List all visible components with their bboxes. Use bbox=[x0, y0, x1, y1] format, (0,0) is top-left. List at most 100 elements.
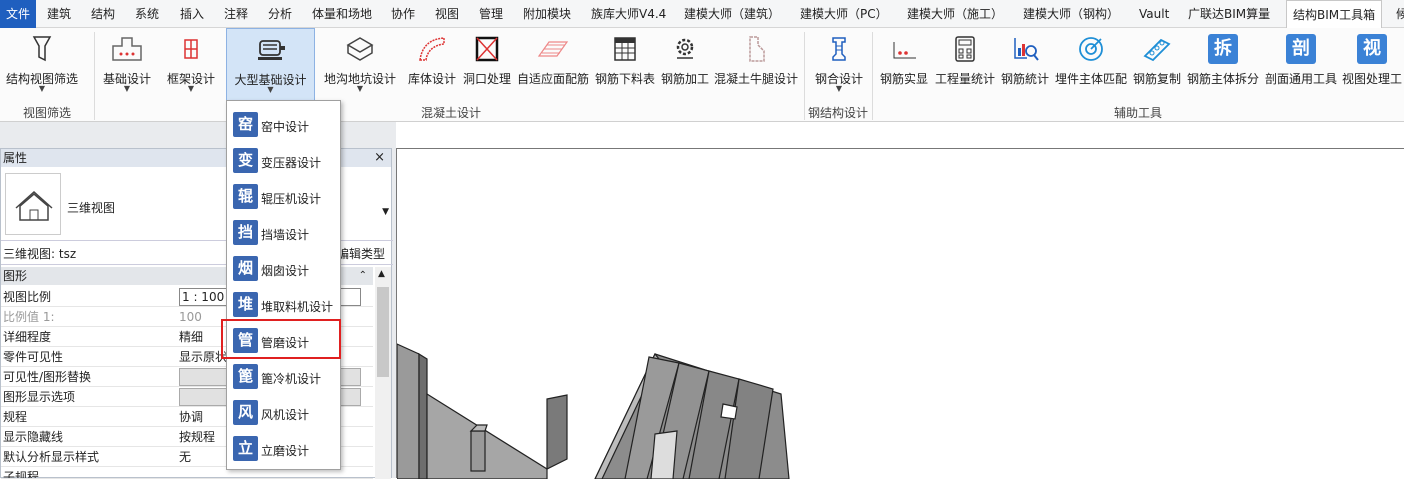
quantity-statistics-button[interactable]: 工程量统计 bbox=[932, 28, 998, 102]
foundation-design-button[interactable]: 基础设计 ▼ bbox=[98, 28, 156, 102]
properties-scrollbar[interactable]: ▲ bbox=[375, 267, 391, 479]
3d-model-view bbox=[396, 343, 790, 480]
bin-design-button[interactable]: 库体设计 bbox=[405, 28, 459, 102]
rebar-copy-button[interactable]: 钢筋复制 bbox=[1130, 28, 1184, 102]
box-icon bbox=[346, 37, 374, 61]
chevron-down-icon: ▼ bbox=[356, 84, 364, 93]
rebar-cutting-list-button[interactable]: 钢筋下料表 bbox=[593, 28, 657, 102]
tab-structure-bim-toolbox[interactable]: 结构BIM工具箱 bbox=[1286, 0, 1383, 29]
tab-analyze[interactable]: 分析 bbox=[268, 0, 292, 28]
large-foundation-design-button[interactable]: 大型基础设计 ▼ bbox=[226, 28, 315, 102]
tab-view[interactable]: 视图 bbox=[435, 0, 459, 28]
embed-host-match-button[interactable]: 埋件主体匹配 bbox=[1053, 28, 1129, 102]
tab-massing[interactable]: 体量和场地 bbox=[312, 0, 372, 28]
menu-item-fan-design[interactable]: 风风机设计 bbox=[227, 395, 340, 431]
group-label-concrete: 混凝土设计 bbox=[420, 106, 481, 120]
view-process-tools-label: 视图处理工 bbox=[1342, 72, 1403, 86]
frame-icon bbox=[184, 39, 198, 59]
property-name: 零件可见性 bbox=[3, 350, 64, 364]
tab-annotate[interactable]: 注释 bbox=[224, 0, 248, 28]
tab-collaborate[interactable]: 协作 bbox=[391, 0, 415, 28]
concrete-corbel-design-button[interactable]: 混凝土牛腿设计 bbox=[713, 28, 799, 102]
structure-view-filter-button[interactable]: 结构视图筛选 ▼ bbox=[0, 28, 84, 102]
grate-cooler-icon: 篦 bbox=[233, 364, 258, 389]
menu-item-stacker-reclaimer-design[interactable]: 堆堆取料机设计 bbox=[227, 287, 340, 323]
filter-icon bbox=[32, 36, 52, 62]
curved-wall-icon bbox=[419, 37, 445, 61]
menu-item-transformer-design[interactable]: 变变压器设计 bbox=[227, 143, 340, 179]
tab-modeling-construction[interactable]: 建模大师（施工） bbox=[907, 0, 1003, 28]
rebar-host-split-button[interactable]: 拆 钢筋主体拆分 bbox=[1185, 28, 1261, 102]
retaining-wall-icon: 挡 bbox=[233, 220, 258, 245]
highlight-box bbox=[221, 319, 341, 359]
property-name: 子规程 bbox=[3, 470, 40, 479]
concrete-corbel-design-label: 混凝土牛腿设计 bbox=[713, 72, 798, 86]
tab-glodon[interactable]: 广联达BIM算量 bbox=[1188, 0, 1270, 28]
property-name: 可见性/图形替换 bbox=[3, 370, 92, 384]
rebar-display-button[interactable]: 钢筋实显 bbox=[878, 28, 930, 102]
quantity-statistics-label: 工程量统计 bbox=[934, 72, 995, 86]
property-name: 显示隐藏线 bbox=[3, 430, 64, 444]
opening-process-button[interactable]: 洞口处理 bbox=[461, 28, 513, 102]
menu-item-label: 立磨设计 bbox=[261, 444, 310, 458]
tab-structure[interactable]: 结构 bbox=[91, 0, 115, 28]
close-icon[interactable]: × bbox=[374, 149, 385, 167]
steel-column-icon bbox=[832, 37, 846, 61]
tab-modeling-steel[interactable]: 建模大师（钢构） bbox=[1023, 0, 1119, 28]
scrollbar-thumb[interactable] bbox=[377, 287, 389, 377]
frame-design-button[interactable]: 框架设计 ▼ bbox=[162, 28, 220, 102]
menu-item-kiln-design[interactable]: 窑窑中设计 bbox=[227, 107, 340, 143]
menu-item-roller-press-design[interactable]: 辊辊压机设计 bbox=[227, 179, 340, 215]
3d-viewport[interactable] bbox=[396, 148, 1404, 480]
menu-item-label: 辊压机设计 bbox=[261, 192, 322, 206]
collapse-icon[interactable]: ⌃ bbox=[359, 267, 367, 285]
target-icon bbox=[1079, 37, 1103, 61]
menu-item-retaining-wall-design[interactable]: 挡挡墙设计 bbox=[227, 215, 340, 251]
menu-item-grate-cooler-design[interactable]: 篦篦冷机设计 bbox=[227, 359, 340, 395]
rebar-dots-icon bbox=[893, 42, 916, 59]
tab-architecture[interactable]: 建筑 bbox=[47, 0, 71, 28]
chevron-down-icon: ▼ bbox=[123, 84, 131, 93]
property-name: 视图比例 bbox=[3, 290, 52, 304]
property-name: 比例值 1: bbox=[3, 310, 55, 324]
rebar-statistics-button[interactable]: 钢筋統计 bbox=[998, 28, 1052, 102]
tab-family-library[interactable]: 族库大师V4.4 bbox=[591, 0, 666, 28]
tab-addins[interactable]: 附加模块 bbox=[523, 0, 571, 28]
rebar-processing-button[interactable]: 钢筋加工 bbox=[658, 28, 712, 102]
tab-modeling-arch[interactable]: 建模大师（建筑） bbox=[684, 0, 780, 28]
chevron-down-icon: ▼ bbox=[267, 85, 274, 94]
tab-file[interactable]: 文件 bbox=[0, 0, 37, 28]
tab-systems[interactable]: 系统 bbox=[135, 0, 159, 28]
adaptive-face-rebar-button[interactable]: 自适应面配筋 bbox=[515, 28, 591, 102]
rebar-host-split-label: 钢筋主体拆分 bbox=[1186, 72, 1259, 86]
edit-type-button[interactable]: 编辑类型 bbox=[337, 243, 385, 265]
adaptive-face-rebar-label: 自适应面配筋 bbox=[516, 72, 589, 86]
rebar-processing-label: 钢筋加工 bbox=[660, 72, 709, 86]
scroll-up-icon[interactable]: ▲ bbox=[378, 269, 385, 279]
opening-icon bbox=[475, 36, 499, 62]
view-process-tools-button[interactable]: 视 视图处理工 bbox=[1340, 28, 1404, 102]
properties-title: 属性 bbox=[3, 151, 28, 165]
rebar-copy-label: 钢筋复制 bbox=[1132, 72, 1181, 86]
stacker-icon: 堆 bbox=[233, 292, 258, 317]
foundation-icon bbox=[112, 37, 142, 61]
tab-manage[interactable]: 管理 bbox=[479, 0, 503, 28]
section-general-tools-button[interactable]: 剖 剖面通用工具 bbox=[1263, 28, 1339, 102]
chevron-down-icon[interactable]: ▼ bbox=[382, 207, 389, 217]
trench-pit-design-button[interactable]: 地沟地坑设计 ▼ bbox=[322, 28, 398, 102]
menu-item-vertical-mill-design[interactable]: 立立磨设计 bbox=[227, 431, 340, 467]
opening-process-label: 洞口处理 bbox=[462, 72, 511, 86]
tab-insert[interactable]: 插入 bbox=[180, 0, 204, 28]
menu-item-chimney-design[interactable]: 烟烟囱设计 bbox=[227, 251, 340, 287]
split-glyph-icon: 拆 bbox=[1208, 34, 1238, 64]
tab-overflow[interactable]: 候 bbox=[1396, 0, 1404, 28]
roller-press-icon: 辊 bbox=[233, 184, 258, 209]
menu-item-label: 堆取料机设计 bbox=[261, 300, 334, 314]
tab-vault[interactable]: Vault bbox=[1139, 0, 1169, 28]
tab-modeling-pc[interactable]: 建模大师（PC） bbox=[800, 0, 888, 28]
property-name: 规程 bbox=[3, 410, 28, 424]
steel-design-button[interactable]: 钢合设计 ▼ bbox=[810, 28, 868, 102]
large-foundation-dropdown: 窑窑中设计 变变压器设计 辊辊压机设计 挡挡墙设计 烟烟囱设计 堆堆取料机设计 … bbox=[226, 100, 341, 470]
section-general-tools-label: 剖面通用工具 bbox=[1264, 72, 1337, 86]
menu-item-label: 烟囱设计 bbox=[261, 264, 310, 278]
